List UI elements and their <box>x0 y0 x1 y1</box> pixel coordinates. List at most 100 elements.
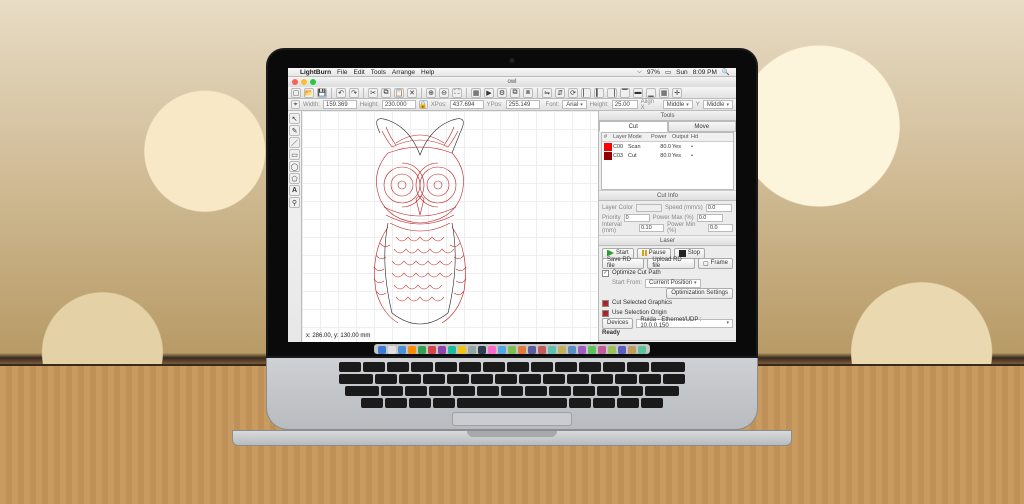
devices-button[interactable]: Devices <box>602 318 633 329</box>
text-tool-icon[interactable]: A <box>289 185 300 196</box>
location-tool-icon[interactable]: ⚲ <box>289 197 300 208</box>
priority-input[interactable]: 0 <box>624 214 650 222</box>
optimize-checkbox[interactable]: ✓ <box>602 270 609 277</box>
device-select[interactable]: Ruida - Ethernet/UDP : 10.0.0.150 <box>636 319 733 328</box>
paste-button[interactable]: 📋 <box>394 88 404 98</box>
wifi-icon[interactable]: ⌵ <box>637 68 642 76</box>
clock-day: Sun <box>676 69 688 76</box>
preview-button[interactable]: ▶ <box>484 88 494 98</box>
document-title: owl <box>507 79 516 85</box>
aligny-select[interactable]: Middle <box>703 100 733 109</box>
align-middle-button[interactable]: ▬ <box>633 88 643 98</box>
battery-icon: ▭ <box>665 68 671 76</box>
app-name[interactable]: LightBurn <box>300 69 331 76</box>
snap-button[interactable]: ✛ <box>672 88 682 98</box>
ellipse-tool-icon[interactable]: ◯ <box>289 161 300 172</box>
align-top-button[interactable]: ▔ <box>620 88 630 98</box>
cut-button[interactable]: ✂ <box>368 88 378 98</box>
new-button[interactable]: ▢ <box>291 88 301 98</box>
select-all-button[interactable]: ▦ <box>471 88 481 98</box>
minimize-icon[interactable] <box>301 79 307 85</box>
align-right-button[interactable]: ▕ <box>607 88 617 98</box>
left-toolbox: ↖ ✎ ／ ▭ ◯ ⬠ A ⚲ <box>288 111 302 342</box>
delete-button[interactable]: ✕ <box>407 88 417 98</box>
tab-cut[interactable]: Cut <box>599 121 668 132</box>
save-button[interactable]: 💾 <box>317 88 327 98</box>
close-icon[interactable] <box>292 79 298 85</box>
measure-toolbar: ⌖ Width: 159.369 Height: 230.000 🔒 XPos:… <box>288 99 736 111</box>
menu-file[interactable]: File <box>337 69 347 76</box>
cuts-row[interactable]: C03Cut80.0Yes• <box>602 151 733 160</box>
position-icon[interactable]: ⌖ <box>291 100 300 109</box>
speed-input[interactable]: 0.0 <box>706 204 732 212</box>
width-input[interactable]: 159.369 <box>323 100 357 109</box>
start-from-select[interactable]: Current Position <box>645 279 701 288</box>
copy-button[interactable]: ⧉ <box>381 88 391 98</box>
layer-color-swatch <box>604 152 612 160</box>
clock-time: 8:09 PM <box>693 69 717 76</box>
design-canvas[interactable]: x: 286.00, y: 130.00 mm <box>302 111 598 342</box>
select-tool-icon[interactable]: ↖ <box>289 113 300 124</box>
opt-settings-button[interactable]: Optimization Settings <box>666 288 733 299</box>
alignx-select[interactable]: Middle <box>663 100 693 109</box>
polygon-tool-icon[interactable]: ⬠ <box>289 173 300 184</box>
cuts-row[interactable]: C00Scan80.0Yes• <box>602 142 733 151</box>
font-select[interactable]: Arial <box>562 100 587 109</box>
save-rd-button[interactable]: Save RD file <box>602 258 644 269</box>
align-left-button[interactable]: ▏ <box>581 88 591 98</box>
tab-move[interactable]: Move <box>668 121 737 132</box>
zoom-icon[interactable] <box>310 79 316 85</box>
use-origin-checkbox[interactable]: ✓ <box>602 310 609 317</box>
interval-input[interactable]: 0.10 <box>639 224 664 232</box>
grid-button[interactable]: ▦ <box>659 88 669 98</box>
lock-aspect-icon[interactable]: 🔒 <box>419 100 428 109</box>
menu-help[interactable]: Help <box>421 69 434 76</box>
play-icon <box>607 250 614 257</box>
frame-button[interactable]: ▢Frame <box>698 258 733 269</box>
ungroup-button[interactable]: ⧈ <box>523 88 533 98</box>
menu-edit[interactable]: Edit <box>354 69 365 76</box>
cuts-header-row: # Layer Mode Power Output Hd <box>602 133 733 142</box>
mirror-v-button[interactable]: ⇵ <box>555 88 565 98</box>
battery-percent: 97% <box>647 69 660 76</box>
rotate-button[interactable]: ⟳ <box>568 88 578 98</box>
ypos-input[interactable]: 255.149 <box>506 100 540 109</box>
cut-move-tabs: Cut Move <box>599 121 736 132</box>
edit-nodes-tool-icon[interactable]: ✎ <box>289 125 300 136</box>
font-height-input[interactable]: 25.00 <box>612 100 638 109</box>
power-max-input[interactable]: 0.0 <box>697 214 723 222</box>
align-bottom-button[interactable]: ▁ <box>646 88 656 98</box>
menu-tools[interactable]: Tools <box>371 69 386 76</box>
laser-title: Laser <box>599 236 736 246</box>
line-tool-icon[interactable]: ／ <box>289 137 300 148</box>
open-button[interactable]: 📂 <box>304 88 314 98</box>
owl-design-artwork <box>310 111 550 342</box>
align-center-button[interactable]: ▎ <box>594 88 604 98</box>
group-button[interactable]: ⧉ <box>510 88 520 98</box>
app-body: ↖ ✎ ／ ▭ ◯ ⬠ A ⚲ <box>288 111 736 342</box>
cut-info-title: Cut Info <box>599 191 736 201</box>
zoom-out-button[interactable]: ⊖ <box>439 88 449 98</box>
zoom-fit-button[interactable]: ⛶ <box>452 88 462 98</box>
height-input[interactable]: 230.000 <box>382 100 416 109</box>
upload-rd-button[interactable]: Upload RD file <box>647 258 695 269</box>
undo-button[interactable]: ↶ <box>336 88 346 98</box>
window-titlebar: owl <box>288 77 736 87</box>
zoom-in-button[interactable]: ⊕ <box>426 88 436 98</box>
menu-arrange[interactable]: Arrange <box>392 69 415 76</box>
ypos-label: YPos: <box>487 102 503 108</box>
font-label: Font: <box>546 102 560 108</box>
power-min-input[interactable]: 0.0 <box>708 224 733 232</box>
settings-button[interactable]: ⚙ <box>497 88 507 98</box>
shape-props-section: Shape Properties Power Scale 100.00 % <box>599 340 736 342</box>
spotlight-icon[interactable]: 🔍 <box>722 68 730 76</box>
laser-section: Laser Start Pause Stop Save RD file Uplo… <box>599 235 736 340</box>
redo-button[interactable]: ↷ <box>349 88 359 98</box>
xpos-input[interactable]: 437.694 <box>450 100 484 109</box>
right-panel: Tools Cut Move # Layer Mode Power Outp <box>598 111 736 342</box>
rect-tool-icon[interactable]: ▭ <box>289 149 300 160</box>
mirror-h-button[interactable]: ⇋ <box>542 88 552 98</box>
aligny-label: Y <box>696 102 700 108</box>
cut-selected-checkbox[interactable]: ✓ <box>602 300 609 307</box>
cuts-table[interactable]: # Layer Mode Power Output Hd C00Scan80.0… <box>601 132 734 190</box>
